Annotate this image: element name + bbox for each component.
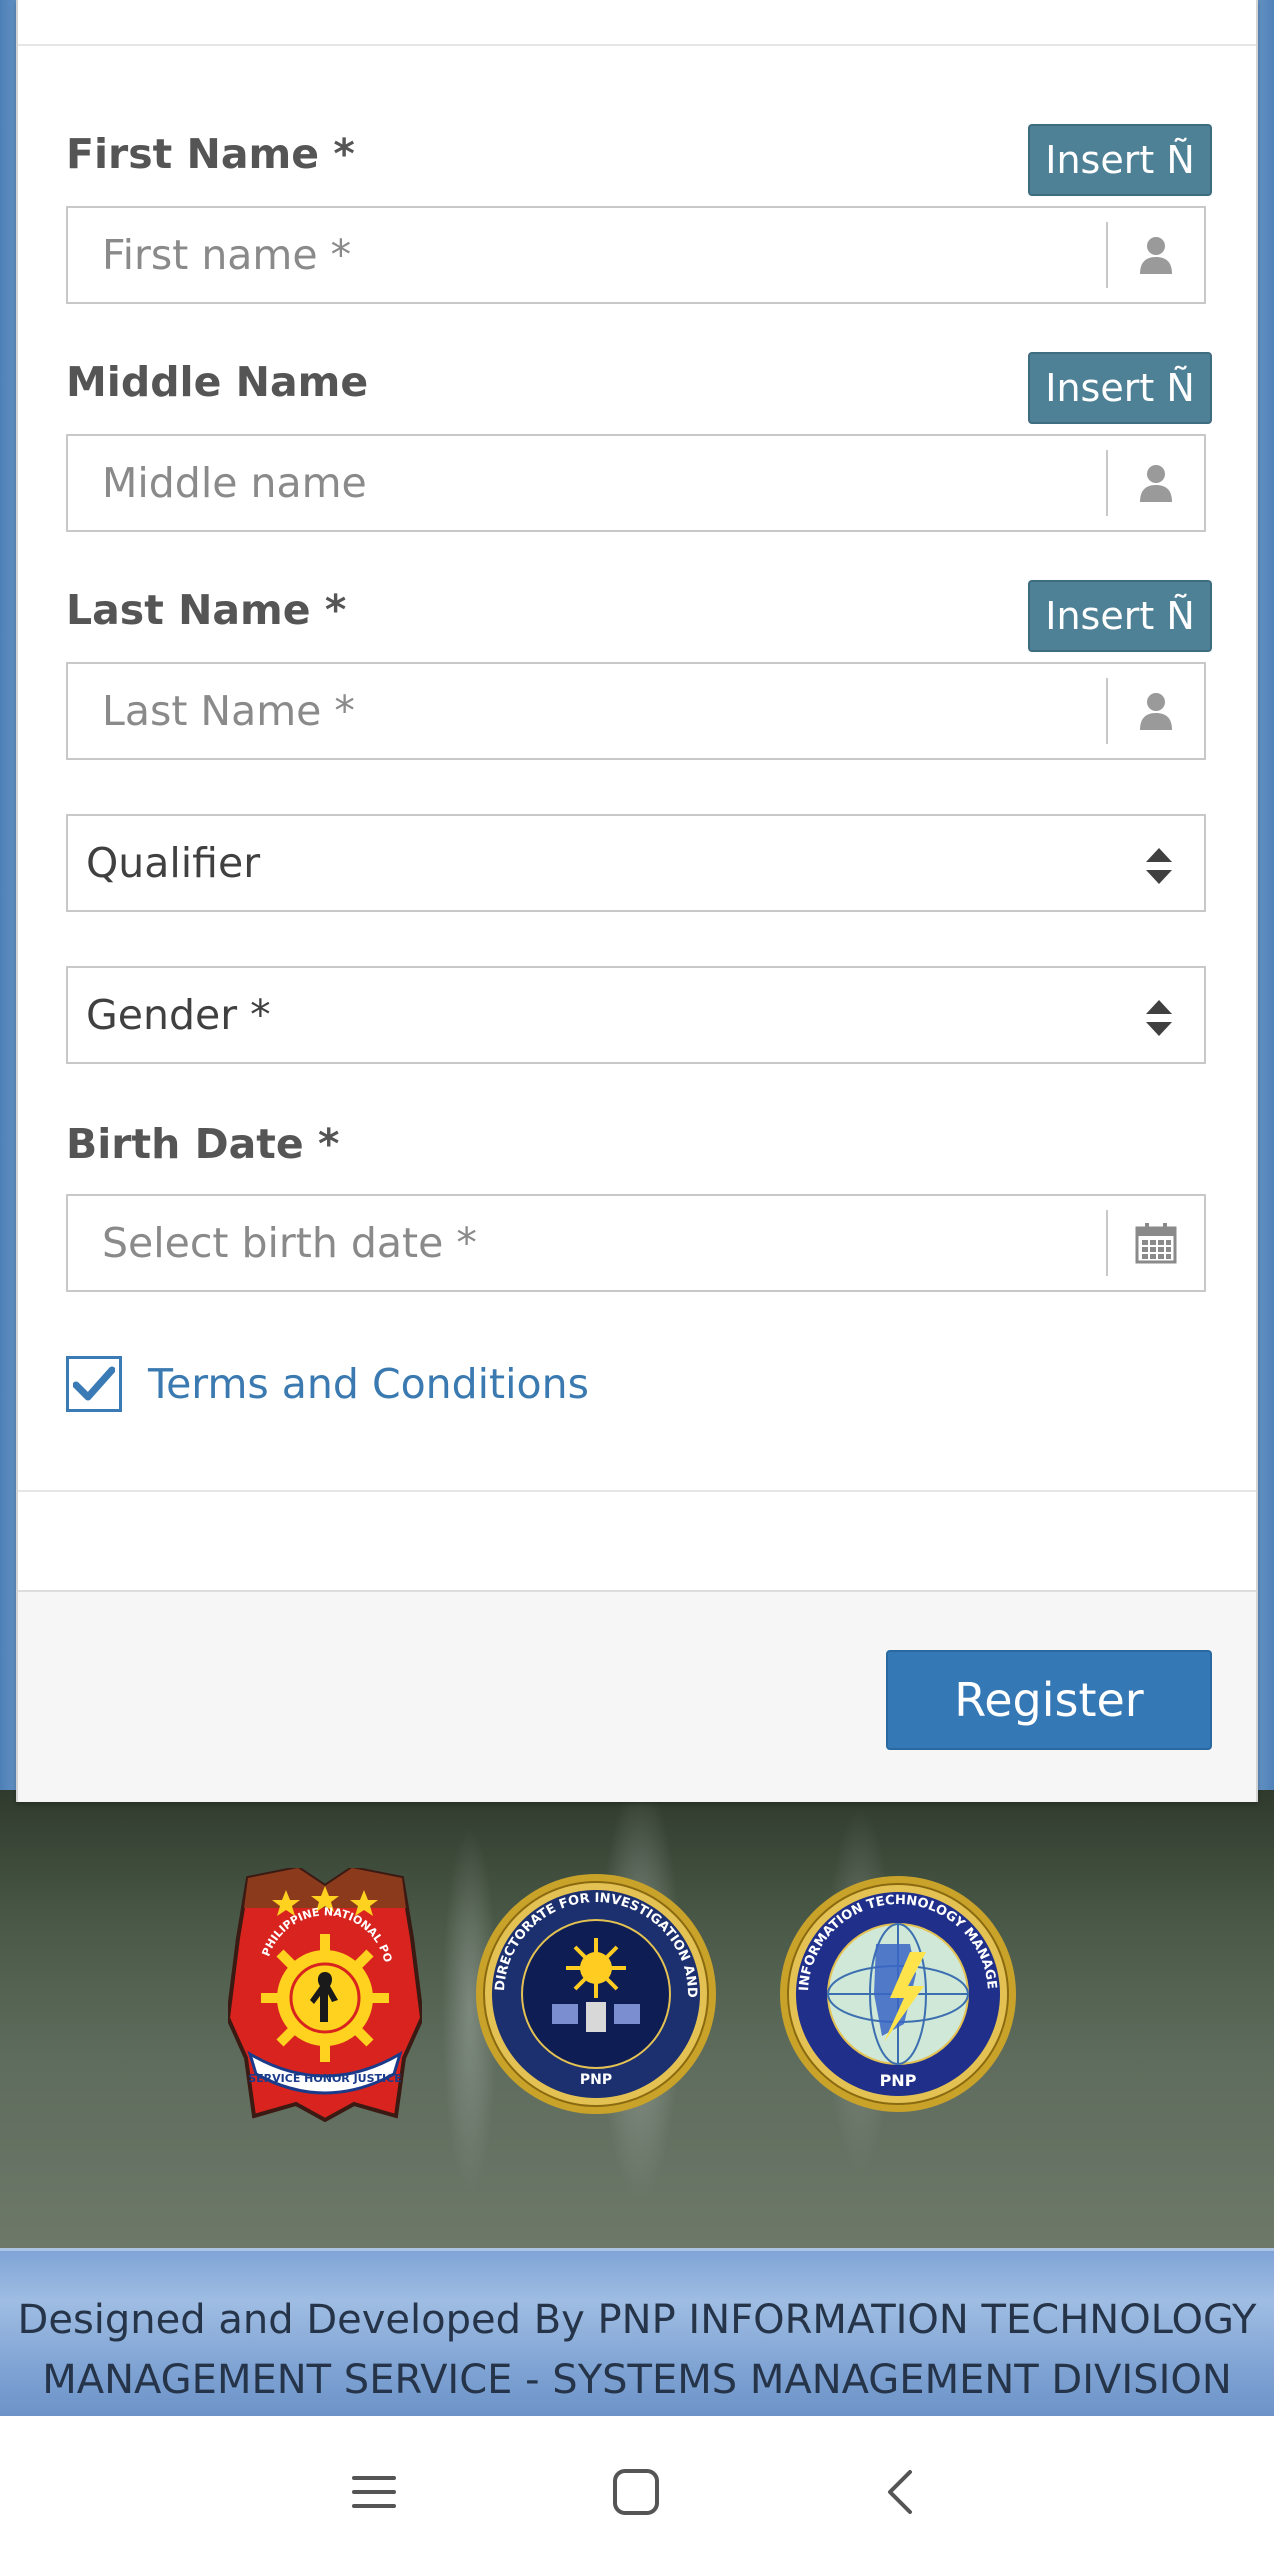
divider: [18, 1490, 1256, 1492]
insert-enye-last-name-button[interactable]: Insert Ñ: [1028, 580, 1212, 652]
recent-apps-icon[interactable]: [334, 2452, 414, 2532]
register-button[interactable]: Register: [886, 1650, 1212, 1750]
system-navigation-bar: [0, 2416, 1274, 2560]
middle-name-placeholder: Middle name: [102, 459, 367, 507]
pnp-logo: PHILIPPINE NATIONAL POLICE SERVICE HONOR…: [224, 1858, 425, 2123]
pnp-logo-ribbon-text: SERVICE HONOR JUSTICE: [248, 2072, 401, 2085]
last-name-placeholder: Last Name *: [102, 687, 355, 735]
divider: [18, 44, 1256, 46]
footer-line-2: MANAGEMENT SERVICE - SYSTEMS MANAGEMENT …: [42, 2357, 1232, 2403]
user-icon: [1106, 450, 1204, 516]
birth-date-placeholder: Select birth date *: [102, 1219, 477, 1267]
qualifier-value: Qualifier: [86, 839, 261, 887]
middle-name-field[interactable]: Middle name: [66, 434, 1206, 532]
sort-arrows-icon: [1144, 846, 1174, 886]
gender-select[interactable]: Gender *: [66, 966, 1206, 1064]
insert-enye-first-name-button[interactable]: Insert Ñ: [1028, 124, 1212, 196]
footer-line-1: Designed and Developed By PNP INFORMATIO…: [17, 2297, 1257, 2343]
middle-name-label: Middle Name: [66, 358, 369, 406]
itms-logo-bottom-text: PNP: [880, 2071, 917, 2090]
birth-date-label: Birth Date *: [66, 1120, 340, 1168]
first-name-placeholder: First name *: [102, 231, 352, 279]
calendar-icon[interactable]: [1106, 1210, 1204, 1276]
didm-logo: DIRECTORATE FOR INVESTIGATION AND DETECT…: [468, 1861, 718, 2116]
terms-link[interactable]: Terms and Conditions: [148, 1355, 589, 1413]
itms-logo: INFORMATION TECHNOLOGY MANAGEMENT SERVIC…: [772, 1863, 1018, 2114]
checkmark-icon: [73, 1366, 115, 1401]
didm-logo-bottom-text: PNP: [580, 2072, 612, 2088]
footer-credits: Designed and Developed By PNP INFORMATIO…: [0, 2290, 1274, 2410]
back-icon[interactable]: [860, 2452, 940, 2532]
insert-enye-middle-name-button[interactable]: Insert Ñ: [1028, 352, 1212, 424]
last-name-field[interactable]: Last Name *: [66, 662, 1206, 760]
first-name-label: First Name *: [66, 130, 355, 178]
home-icon[interactable]: [596, 2452, 676, 2532]
user-icon: [1106, 678, 1204, 744]
first-name-field[interactable]: First name *: [66, 206, 1206, 304]
user-icon: [1106, 222, 1204, 288]
gender-value: Gender *: [86, 991, 271, 1039]
terms-checkbox[interactable]: [66, 1356, 122, 1412]
registration-card: First Name * Insert Ñ First name * Middl…: [16, 0, 1258, 1802]
last-name-label: Last Name *: [66, 586, 347, 634]
qualifier-select[interactable]: Qualifier: [66, 814, 1206, 912]
sort-arrows-icon: [1144, 998, 1174, 1038]
birth-date-field[interactable]: Select birth date *: [66, 1194, 1206, 1292]
